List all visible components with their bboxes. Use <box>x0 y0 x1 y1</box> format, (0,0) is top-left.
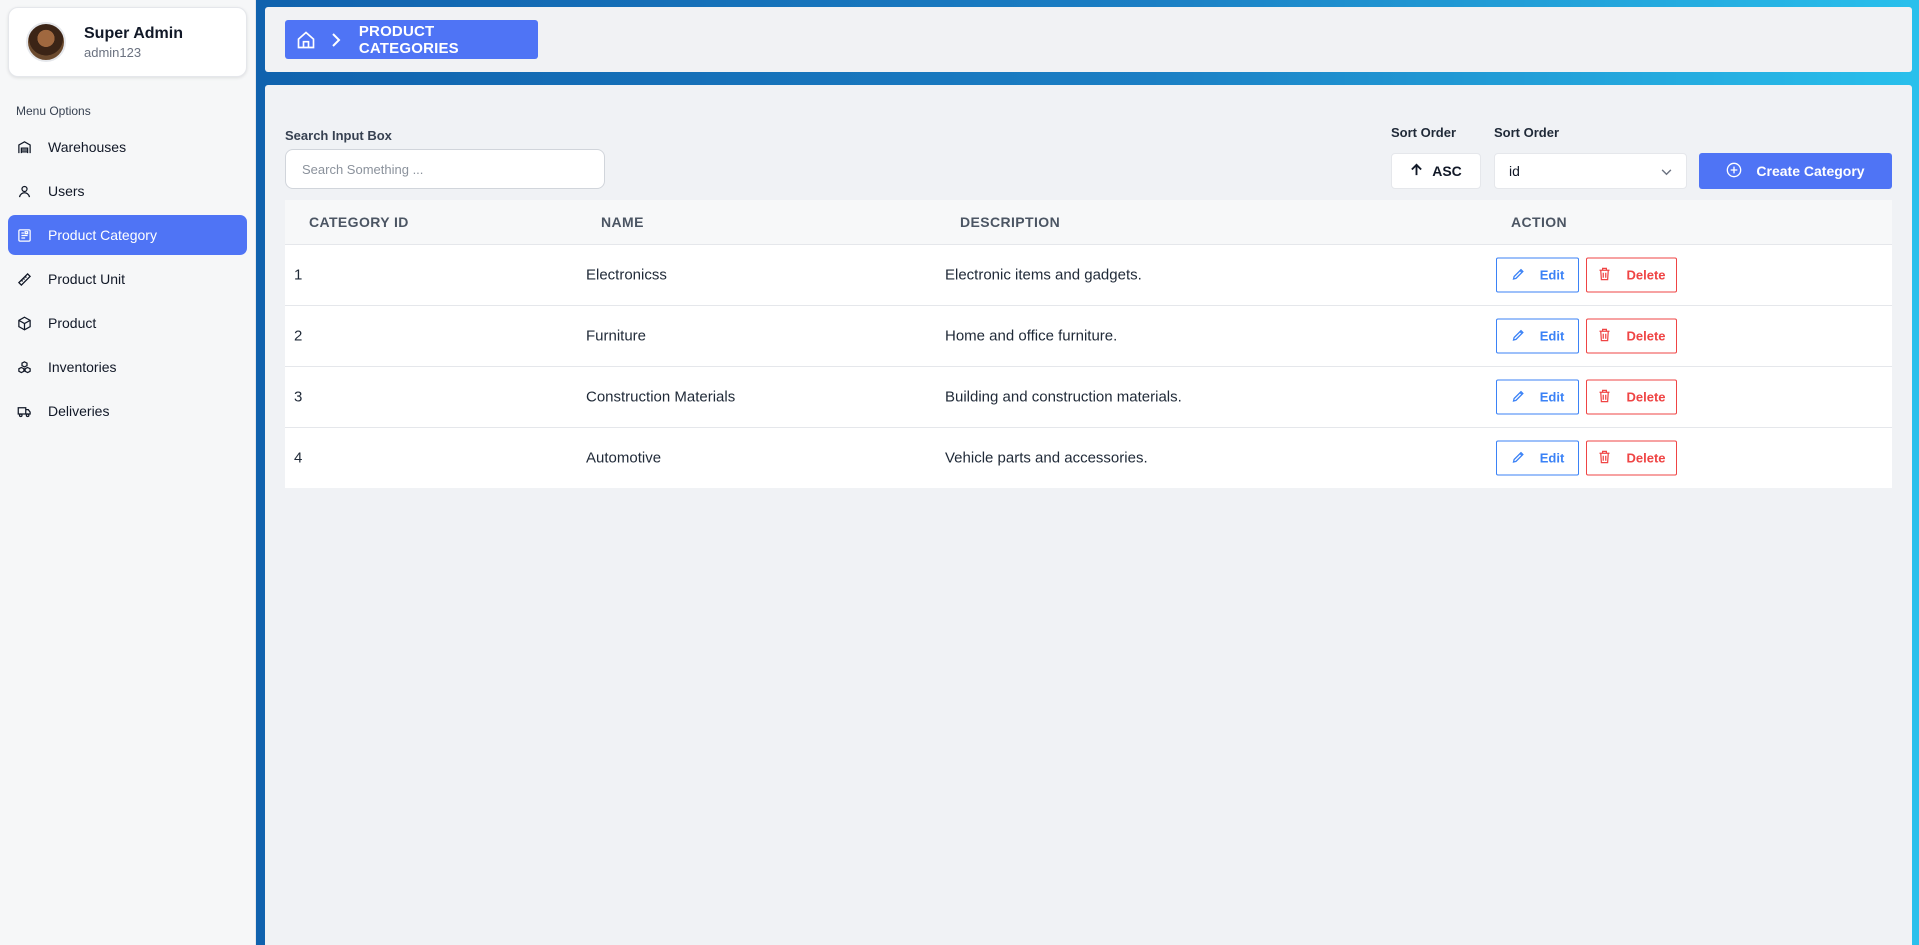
arrow-up-icon <box>1410 163 1423 179</box>
sidebar-item-label: Users <box>48 183 85 199</box>
pencil-icon <box>1511 388 1526 406</box>
home-icon[interactable] <box>295 29 317 51</box>
search-label: Search Input Box <box>285 128 392 143</box>
trash-icon <box>1597 449 1612 467</box>
page-title: PRODUCT CATEGORIES <box>358 22 459 57</box>
profile-username: admin123 <box>84 44 142 60</box>
sidebar-menu: Warehouses Users Product Category Produc… <box>8 127 247 435</box>
chevron-right-icon <box>331 32 343 47</box>
delete-button[interactable]: Delete <box>1586 379 1677 415</box>
column-header-description[interactable]: DESCRIPTION <box>960 214 1060 230</box>
box-icon <box>16 315 32 331</box>
sidebar-item-product-category[interactable]: Product Category <box>8 215 247 255</box>
table-row: 4 Automotive Vehicle parts and accessori… <box>285 428 1892 488</box>
sidebar-item-product[interactable]: Product <box>8 303 247 343</box>
sort-direction-value: ASC <box>1432 163 1462 179</box>
delete-label: Delete <box>1626 328 1666 344</box>
warehouse-icon <box>16 139 32 155</box>
sidebar-item-label: Warehouses <box>48 139 127 155</box>
chevron-down-icon <box>1661 163 1672 179</box>
sort-field-value: id <box>1509 163 1520 179</box>
sidebar-item-label: Inventories <box>48 359 117 375</box>
edit-button[interactable]: Edit <box>1496 318 1579 354</box>
pencil-icon <box>1511 266 1526 284</box>
column-header-category-id[interactable]: CATEGORY ID <box>309 214 409 230</box>
main-panel: Search Input Box Sort Order Sort Order A… <box>265 85 1912 945</box>
pencil-icon <box>1511 327 1526 345</box>
delete-label: Delete <box>1626 389 1666 405</box>
cell-description: Vehicle parts and accessories. <box>945 449 1148 467</box>
search-input[interactable] <box>285 149 605 189</box>
sidebar-item-warehouses[interactable]: Warehouses <box>8 127 247 167</box>
sidebar: Super Admin admin123 Menu Options Wareho… <box>0 0 256 945</box>
avatar <box>26 22 66 62</box>
pencil-icon <box>1511 449 1526 467</box>
categories-table: CATEGORY ID NAME DESCRIPTION ACTION 1 El… <box>285 200 1892 488</box>
cell-name: Furniture <box>586 327 647 345</box>
trash-icon <box>1597 388 1612 406</box>
edit-button[interactable]: Edit <box>1496 379 1579 415</box>
edit-label: Edit <box>1539 389 1565 405</box>
edit-button[interactable]: Edit <box>1496 440 1579 476</box>
delete-button[interactable]: Delete <box>1586 257 1677 293</box>
sidebar-item-label: Deliveries <box>48 403 110 419</box>
create-category-button[interactable]: Create Category <box>1699 153 1892 189</box>
sidebar-item-deliveries[interactable]: Deliveries <box>8 391 247 431</box>
delete-button[interactable]: Delete <box>1586 440 1677 476</box>
top-bar: PRODUCT CATEGORIES <box>265 7 1912 72</box>
edit-label: Edit <box>1539 450 1565 466</box>
column-header-name[interactable]: NAME <box>601 214 644 230</box>
table-row: 1 Electronicss Electronic items and gadg… <box>285 245 1892 306</box>
trash-icon <box>1597 266 1612 284</box>
menu-title: Menu Options <box>16 104 91 118</box>
breadcrumb: PRODUCT CATEGORIES <box>285 20 538 59</box>
cell-category-id: 3 <box>294 388 303 406</box>
delete-label: Delete <box>1626 267 1666 283</box>
category-icon <box>16 227 32 243</box>
sidebar-item-inventories[interactable]: Inventories <box>8 347 247 387</box>
delete-button[interactable]: Delete <box>1586 318 1677 354</box>
cell-name: Automotive <box>586 449 662 467</box>
sort-field-label: Sort Order <box>1494 125 1560 140</box>
cell-name: Electronicss <box>586 266 667 284</box>
plus-circle-icon <box>1726 162 1742 181</box>
cell-category-id: 2 <box>294 327 303 345</box>
sidebar-item-users[interactable]: Users <box>8 171 247 211</box>
table-header: CATEGORY ID NAME DESCRIPTION ACTION <box>285 200 1892 245</box>
sidebar-item-label: Product Unit <box>48 271 126 287</box>
profile-card[interactable]: Super Admin admin123 <box>8 7 247 77</box>
cell-category-id: 1 <box>294 266 303 284</box>
sort-direction-label: Sort Order <box>1391 125 1457 140</box>
sidebar-item-label: Product <box>48 315 97 331</box>
sidebar-item-label: Product Category <box>48 227 157 243</box>
table-row: 3 Construction Materials Building and co… <box>285 367 1892 428</box>
cell-description: Home and office furniture. <box>945 327 1118 345</box>
sort-field-select[interactable]: id <box>1494 153 1687 189</box>
cell-description: Electronic items and gadgets. <box>945 266 1142 284</box>
table-row: 2 Furniture Home and office furniture. E… <box>285 306 1892 367</box>
cell-category-id: 4 <box>294 449 303 467</box>
edit-label: Edit <box>1539 267 1565 283</box>
create-category-label: Create Category <box>1756 163 1865 179</box>
sort-direction-button[interactable]: ASC <box>1391 153 1481 189</box>
truck-icon <box>16 403 32 419</box>
cell-description: Building and construction materials. <box>945 388 1182 406</box>
delete-label: Delete <box>1626 450 1666 466</box>
edit-button[interactable]: Edit <box>1496 257 1579 293</box>
profile-name: Super Admin <box>84 24 183 42</box>
boxes-icon <box>16 359 32 375</box>
column-header-action: ACTION <box>1511 214 1568 230</box>
cell-name: Construction Materials <box>586 388 736 406</box>
ruler-icon <box>16 271 32 287</box>
trash-icon <box>1597 327 1612 345</box>
sidebar-item-product-unit[interactable]: Product Unit <box>8 259 247 299</box>
user-icon <box>16 183 32 199</box>
edit-label: Edit <box>1539 328 1565 344</box>
